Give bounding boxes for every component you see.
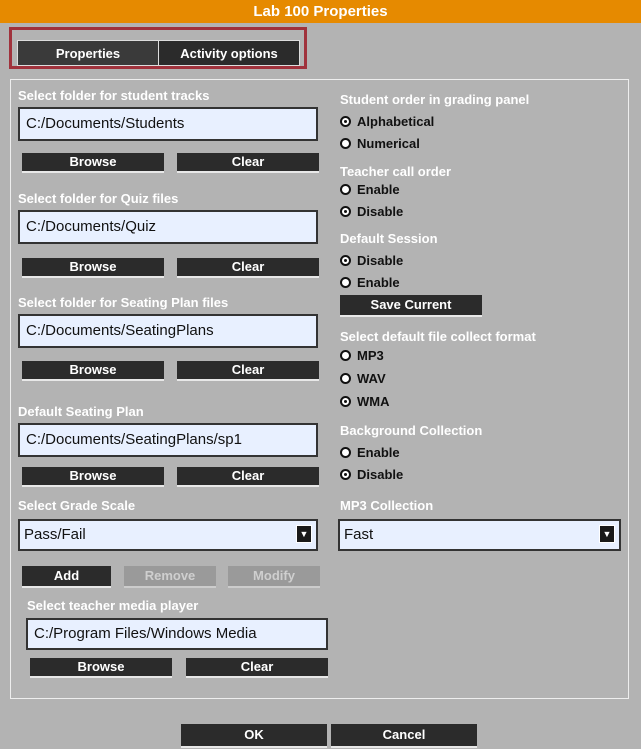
radio-selected-icon bbox=[340, 396, 351, 407]
tab-properties[interactable]: Properties bbox=[17, 40, 159, 66]
media-player-field[interactable]: C:/Program Files/Windows Media bbox=[26, 618, 328, 650]
quiz-folder-label: Select folder for Quiz files bbox=[18, 191, 179, 206]
student-order-label: Student order in grading panel bbox=[340, 92, 530, 107]
grade-scale-label: Select Grade Scale bbox=[18, 498, 136, 513]
radio-selected-icon bbox=[340, 255, 351, 266]
student-tracks-field[interactable]: C:/Documents/Students bbox=[18, 107, 318, 141]
grade-scale-value: Pass/Fail bbox=[24, 526, 86, 543]
radio-selected-icon bbox=[340, 116, 351, 127]
remove-grade-button[interactable]: Remove bbox=[124, 566, 216, 588]
quiz-browse-button[interactable]: Browse bbox=[22, 258, 164, 278]
radio-selected-icon bbox=[340, 469, 351, 480]
teacher-call-disable-radio[interactable]: Disable bbox=[340, 204, 403, 219]
default-session-disable-radio[interactable]: Disable bbox=[340, 253, 403, 268]
radio-icon bbox=[340, 138, 351, 149]
radio-icon bbox=[340, 447, 351, 458]
radio-icon bbox=[340, 277, 351, 288]
student-tracks-clear-button[interactable]: Clear bbox=[177, 153, 319, 173]
default-session-label: Default Session bbox=[340, 231, 438, 246]
background-collection-disable-radio[interactable]: Disable bbox=[340, 467, 403, 482]
teacher-call-label: Teacher call order bbox=[340, 164, 452, 179]
chevron-down-icon[interactable]: ▼ bbox=[296, 525, 312, 543]
tab-activity-options[interactable]: Activity options bbox=[158, 40, 300, 66]
default-seating-plan-field[interactable]: C:/Documents/SeatingPlans/sp1 bbox=[18, 423, 318, 457]
mp3-collection-label: MP3 Collection bbox=[340, 498, 434, 513]
student-tracks-browse-button[interactable]: Browse bbox=[22, 153, 164, 173]
mp3-collection-select[interactable]: Fast ▼ bbox=[338, 519, 621, 551]
grade-scale-select[interactable]: Pass/Fail ▼ bbox=[18, 519, 318, 551]
default-seating-plan-label: Default Seating Plan bbox=[18, 404, 144, 419]
teacher-call-enable-radio[interactable]: Enable bbox=[340, 182, 400, 197]
collect-format-mp3-radio[interactable]: MP3 bbox=[340, 348, 384, 363]
radio-selected-icon bbox=[340, 206, 351, 217]
media-player-clear-button[interactable]: Clear bbox=[186, 658, 328, 678]
mp3-collection-value: Fast bbox=[344, 526, 374, 543]
seating-plan-folder-field[interactable]: C:/Documents/SeatingPlans bbox=[18, 314, 318, 348]
seating-plan-folder-label: Select folder for Seating Plan files bbox=[18, 295, 229, 310]
quiz-folder-field[interactable]: C:/Documents/Quiz bbox=[18, 210, 318, 244]
collect-format-wma-radio[interactable]: WMA bbox=[340, 394, 390, 409]
media-player-label: Select teacher media player bbox=[27, 598, 199, 613]
student-tracks-label: Select folder for student tracks bbox=[18, 88, 210, 103]
default-session-enable-radio[interactable]: Enable bbox=[340, 275, 400, 290]
student-order-numerical-radio[interactable]: Numerical bbox=[340, 136, 420, 151]
radio-icon bbox=[340, 184, 351, 195]
modify-grade-button[interactable]: Modify bbox=[228, 566, 320, 588]
seating-plan-clear-button[interactable]: Clear bbox=[177, 361, 319, 381]
background-collection-label: Background Collection bbox=[340, 423, 483, 438]
collect-format-wav-radio[interactable]: WAV bbox=[340, 371, 386, 386]
quiz-clear-button[interactable]: Clear bbox=[177, 258, 319, 278]
seating-plan-browse-button[interactable]: Browse bbox=[22, 361, 164, 381]
background-collection-enable-radio[interactable]: Enable bbox=[340, 445, 400, 460]
chevron-down-icon[interactable]: ▼ bbox=[599, 525, 615, 543]
default-seating-plan-browse-button[interactable]: Browse bbox=[22, 467, 164, 487]
save-current-button[interactable]: Save Current bbox=[340, 295, 482, 317]
radio-icon bbox=[340, 350, 351, 361]
collect-format-label: Select default file collect format bbox=[340, 329, 536, 344]
media-player-browse-button[interactable]: Browse bbox=[30, 658, 172, 678]
window-title: Lab 100 Properties bbox=[0, 0, 641, 23]
radio-icon bbox=[340, 373, 351, 384]
add-grade-button[interactable]: Add bbox=[22, 566, 111, 588]
cancel-button[interactable]: Cancel bbox=[331, 724, 477, 748]
student-order-alphabetical-radio[interactable]: Alphabetical bbox=[340, 114, 434, 129]
ok-button[interactable]: OK bbox=[181, 724, 327, 748]
default-seating-plan-clear-button[interactable]: Clear bbox=[177, 467, 319, 487]
